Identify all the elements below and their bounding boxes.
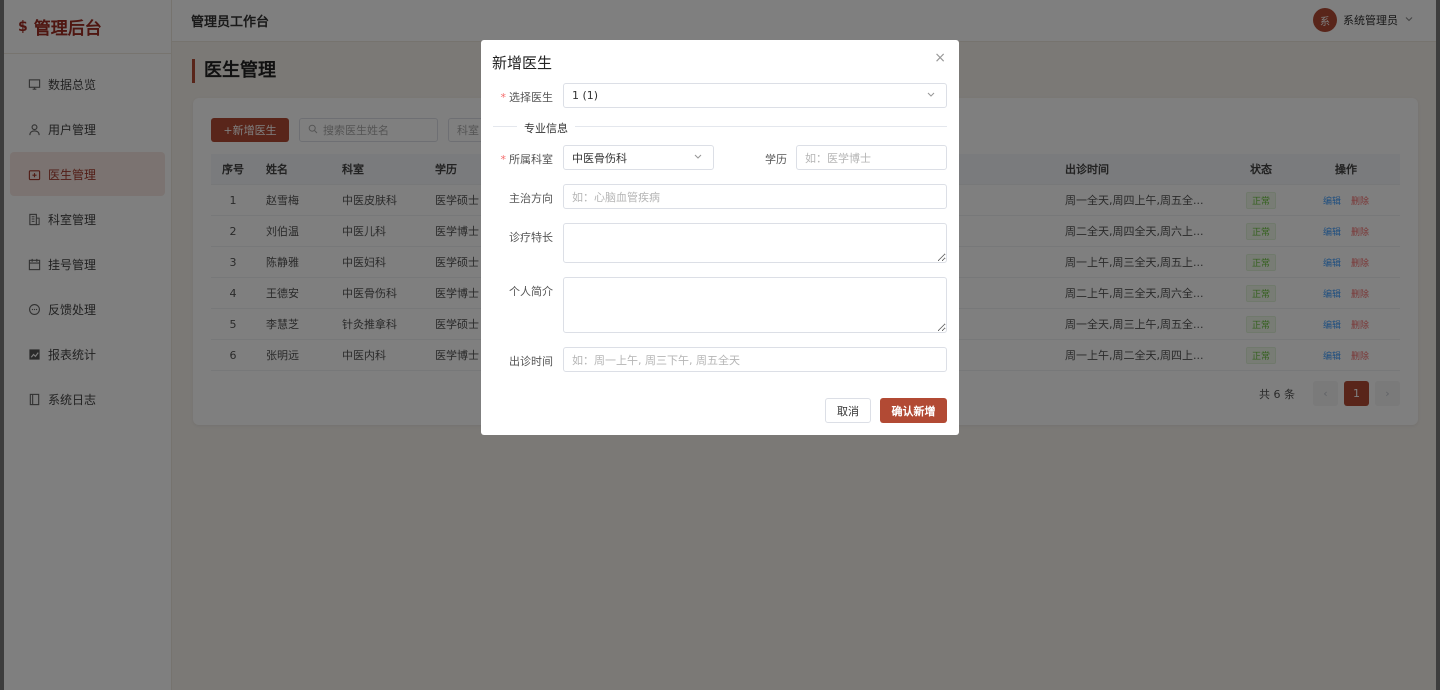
schedule-label: 出诊时间 — [509, 355, 553, 368]
chevron-down-icon — [926, 89, 936, 102]
education-label: 学历 — [765, 153, 787, 166]
close-icon[interactable]: × — [934, 50, 946, 66]
section-title: 专业信息 — [517, 120, 575, 136]
expertise-label: 诊疗特长 — [509, 231, 553, 244]
chevron-down-icon — [693, 151, 703, 164]
intro-label: 个人简介 — [509, 285, 553, 298]
education-input[interactable]: 如：医学博士 — [796, 145, 947, 170]
dialog-title: 新增医生 — [492, 54, 553, 72]
department-value: 中医骨伤科 — [572, 151, 627, 165]
select-doctor-select[interactable]: 1 (1) — [563, 83, 947, 108]
select-doctor-label: * 选择医生 — [500, 91, 554, 104]
schedule-placeholder: 如：周一上午, 周三下午, 周五全天 — [572, 353, 740, 367]
specialty-placeholder: 如：心脑血管疾病 — [572, 190, 660, 204]
department-label: * 所属科室 — [500, 153, 554, 166]
confirm-add-button[interactable]: 确认新增 — [880, 398, 947, 423]
specialty-label: 主治方向 — [509, 192, 553, 205]
select-doctor-value: 1 (1) — [572, 89, 599, 102]
education-placeholder: 如：医学博士 — [805, 151, 871, 165]
specialty-input[interactable]: 如：心脑血管疾病 — [563, 184, 947, 209]
expertise-textarea[interactable] — [563, 223, 947, 263]
intro-textarea[interactable] — [563, 277, 947, 333]
schedule-input[interactable]: 如：周一上午, 周三下午, 周五全天 — [563, 347, 947, 372]
cancel-button[interactable]: 取消 — [825, 398, 871, 423]
department-select[interactable]: 中医骨伤科 — [563, 145, 714, 170]
add-doctor-dialog: 新增医生 × * 选择医生 1 (1) 专业信息 * 所属科室 中医骨伤科 学历 如… — [481, 40, 959, 435]
